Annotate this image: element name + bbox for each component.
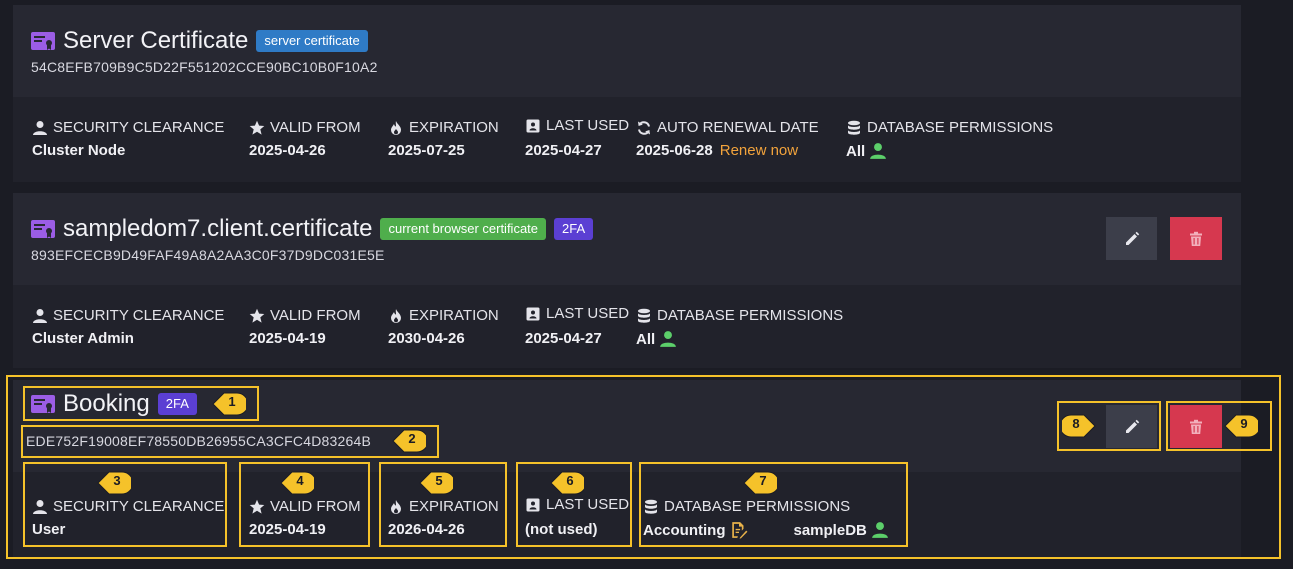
delete-button[interactable] [1170, 217, 1222, 260]
auto-renewal-date-value: 2025-06-28 [636, 142, 713, 159]
user-access-icon [659, 330, 677, 348]
field-label: VALID FROM [270, 119, 361, 136]
database-icon [636, 308, 652, 324]
marker-7: 7 [743, 470, 777, 496]
marker-5: 5 [419, 470, 453, 496]
marker-4: 4 [280, 470, 314, 496]
field-last-used: LAST USED 2025-04-27 [525, 117, 629, 159]
valid-from-value: 2025-04-26 [249, 142, 326, 159]
security-clearance-value: Cluster Admin [32, 330, 134, 347]
marker-label: 7 [759, 473, 767, 488]
field-label: EXPIRATION [409, 119, 499, 136]
field-label: SECURITY CLEARANCE [53, 119, 225, 136]
marker-label: 3 [113, 473, 121, 488]
last-used-value: 2025-04-27 [525, 142, 602, 159]
field-label: LAST USED [546, 117, 630, 134]
certificate-thumbprint: 893EFCECB9D49FAF49A8A2AA3C0F37D9DC031E5E [31, 247, 385, 263]
pencil-icon [1124, 231, 1140, 247]
card-details: SECURITY CLEARANCE Cluster Node VALID FR… [13, 97, 1241, 182]
field-valid-from: VALID FROM 2025-04-26 [249, 119, 361, 159]
field-label: DATABASE PERMISSIONS [867, 119, 1054, 136]
card-header: sampledom7.client.certificate current br… [13, 193, 1241, 285]
marker-label: 6 [566, 473, 574, 488]
certificate-icon [31, 220, 55, 238]
user-access-icon [869, 142, 887, 160]
field-label: LAST USED [546, 305, 630, 322]
marker-3: 3 [97, 470, 131, 496]
server-certificate-badge: server certificate [256, 30, 368, 52]
user-icon [32, 120, 48, 136]
field-database-permissions: DATABASE PERMISSIONS All [846, 119, 1053, 160]
database-permissions-value: All [636, 330, 656, 348]
database-permissions-value: All [846, 142, 866, 160]
security-clearance-value: Cluster Node [32, 142, 126, 159]
card-details: SECURITY CLEARANCE Cluster Admin VALID F… [13, 285, 1241, 368]
current-browser-certificate-badge: current browser certificate [380, 218, 547, 240]
flame-icon [388, 120, 404, 136]
expiration-value: 2030-04-26 [388, 330, 465, 347]
certificate-name: Server Certificate [63, 27, 249, 54]
highlight-thumbprint [21, 425, 439, 458]
database-icon [846, 120, 862, 136]
valid-from-value: 2025-04-19 [249, 330, 326, 347]
2fa-badge: 2FA [554, 218, 594, 240]
field-label: AUTO RENEWAL DATE [657, 119, 819, 136]
marker-9: 9 [1224, 413, 1258, 439]
star-icon [249, 120, 265, 136]
expiration-value: 2025-07-25 [388, 142, 465, 159]
calendar-user-icon [525, 306, 541, 322]
marker-label: 9 [1240, 416, 1248, 431]
field-security-clearance: SECURITY CLEARANCE Cluster Node [32, 119, 224, 159]
field-expiration: EXPIRATION 2030-04-26 [388, 307, 499, 347]
marker-label: 8 [1072, 416, 1080, 431]
card-header: Server Certificate server certificate 54… [13, 5, 1241, 97]
certificate-icon [31, 32, 55, 50]
renew-now-link[interactable]: Renew now [720, 142, 798, 159]
certificate-name: sampledom7.client.certificate [63, 215, 373, 242]
field-expiration: EXPIRATION 2025-07-25 [388, 119, 499, 159]
certificate-card-server: Server Certificate server certificate 54… [13, 5, 1241, 182]
field-auto-renewal-date: AUTO RENEWAL DATE 2025-06-28 Renew now [636, 119, 819, 159]
field-security-clearance: SECURITY CLEARANCE Cluster Admin [32, 307, 224, 347]
marker-label: 4 [296, 473, 304, 488]
flame-icon [388, 308, 404, 324]
refresh-icon [636, 120, 652, 136]
field-database-permissions: DATABASE PERMISSIONS All [636, 307, 843, 348]
field-label: SECURITY CLEARANCE [53, 307, 225, 324]
marker-2: 2 [392, 428, 426, 454]
field-label: DATABASE PERMISSIONS [657, 307, 844, 324]
marker-6: 6 [550, 470, 584, 496]
marker-label: 5 [435, 473, 443, 488]
last-used-value: 2025-04-27 [525, 330, 602, 347]
edit-button[interactable] [1106, 217, 1157, 260]
marker-label: 2 [408, 431, 416, 446]
field-label: VALID FROM [270, 307, 361, 324]
certificate-thumbprint: 54C8EFB709B9C5D22F551202CCE90BC10B0F10A2 [31, 59, 378, 75]
marker-1: 1 [212, 391, 246, 417]
marker-8: 8 [1062, 413, 1096, 439]
trash-icon [1188, 231, 1204, 247]
calendar-user-icon [525, 118, 541, 134]
star-icon [249, 308, 265, 324]
user-icon [32, 308, 48, 324]
field-valid-from: VALID FROM 2025-04-19 [249, 307, 361, 347]
field-last-used: LAST USED 2025-04-27 [525, 305, 629, 347]
certificate-card-client: sampledom7.client.certificate current br… [13, 193, 1241, 368]
field-label: EXPIRATION [409, 307, 499, 324]
marker-label: 1 [228, 394, 236, 409]
